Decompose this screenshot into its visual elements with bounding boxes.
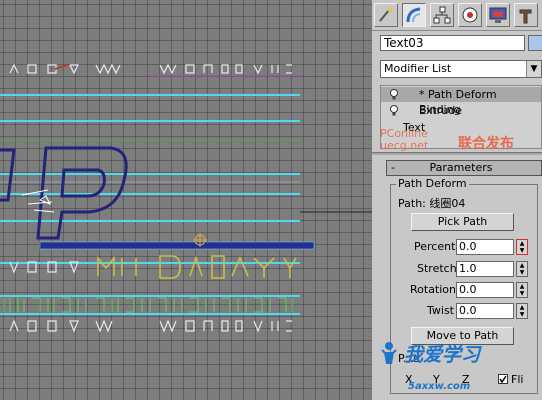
object-name-field[interactable]: Text03: [380, 35, 525, 51]
modify-tab[interactable]: [402, 3, 426, 27]
stack-item-label: Extrude: [419, 104, 463, 117]
site-logo-url: 5axxw.com: [408, 381, 471, 392]
hierarchy-tab[interactable]: [430, 3, 454, 27]
object-color-swatch[interactable]: [528, 35, 542, 51]
cyan-path-lines: [0, 94, 300, 315]
checkmark-icon: [499, 375, 507, 383]
percent-spinner[interactable]: 0.0 ▲ ▼: [456, 239, 528, 255]
twist-label: Twist: [427, 304, 454, 317]
stretch-field[interactable]: 1.0: [456, 261, 514, 277]
stack-item-extrude[interactable]: Extrude: [381, 103, 541, 118]
modify-icon: [406, 7, 421, 23]
motion-icon: [462, 7, 478, 23]
pick-path-button[interactable]: Pick Path: [411, 213, 514, 231]
create-tab[interactable]: [374, 3, 398, 27]
command-panel-tabs: [372, 0, 542, 31]
watermark-line: uecg.net: [380, 139, 429, 152]
site-logo-icon: [381, 342, 397, 364]
viewport-scene: [0, 63, 372, 333]
spinner-arrows-icon[interactable]: ▲ ▼: [516, 282, 528, 298]
rotation-field[interactable]: 0.0: [456, 282, 514, 298]
flip-label: Fli: [511, 373, 524, 386]
path-label: Path: 线圈04: [398, 197, 466, 210]
path-deform-group-title: Path Deform: [396, 177, 469, 190]
chevron-down-icon: ▼: [526, 61, 541, 77]
rotation-label: Rotation: [410, 283, 457, 296]
percent-label: Percent: [414, 240, 456, 253]
modifier-list-dropdown[interactable]: Modifier List ▼: [380, 60, 542, 78]
motion-tab[interactable]: [458, 3, 482, 27]
wire-text-green: [3, 297, 293, 313]
spinner-arrows-icon[interactable]: ▲ ▼: [516, 303, 528, 319]
twist-spinner[interactable]: 0.0 ▲ ▼: [456, 303, 528, 319]
modifier-list-label: Modifier List: [384, 62, 452, 75]
rollout-title: Parameters: [429, 161, 493, 174]
utilities-tab[interactable]: [514, 3, 538, 27]
stretch-spinner[interactable]: 1.0 ▲ ▼: [456, 261, 528, 277]
parameters-rollout-header[interactable]: - Parameters: [386, 160, 542, 176]
blue-path-bar: [39, 241, 315, 250]
wire-text-bottom: [9, 319, 292, 333]
site-logo-text: 我爱学习: [404, 344, 481, 366]
stretch-label: Stretch: [417, 262, 457, 275]
display-tab[interactable]: [486, 3, 510, 27]
wire-text-yellow: [97, 255, 297, 279]
create-icon: [379, 7, 393, 22]
twist-field[interactable]: 0.0: [456, 303, 514, 319]
stack-item-path-deform-binding[interactable]: * Path Deform Binding: [381, 87, 541, 116]
watermark-pconline: PConline uecg.net: [380, 128, 428, 152]
utilities-icon: [519, 9, 532, 24]
perspective-viewport[interactable]: [0, 0, 372, 400]
spinner-arrows-icon[interactable]: ▲ ▼: [516, 239, 528, 255]
light-bulb-icon[interactable]: [389, 104, 399, 117]
wire-text-top: [9, 63, 292, 75]
red-axis-line: [54, 63, 71, 70]
light-bulb-icon[interactable]: [389, 88, 399, 101]
spinner-arrows-icon[interactable]: ▲ ▼: [516, 261, 528, 277]
display-icon: [489, 7, 507, 23]
hierarchy-icon: [433, 6, 451, 24]
panel-divider: [372, 152, 542, 155]
flip-checkbox[interactable]: [498, 374, 508, 384]
watermark-joint-release: 联合发布: [458, 136, 514, 152]
percent-field[interactable]: 0.0: [456, 239, 514, 255]
rotation-spinner[interactable]: 0.0 ▲ ▼: [456, 282, 528, 298]
